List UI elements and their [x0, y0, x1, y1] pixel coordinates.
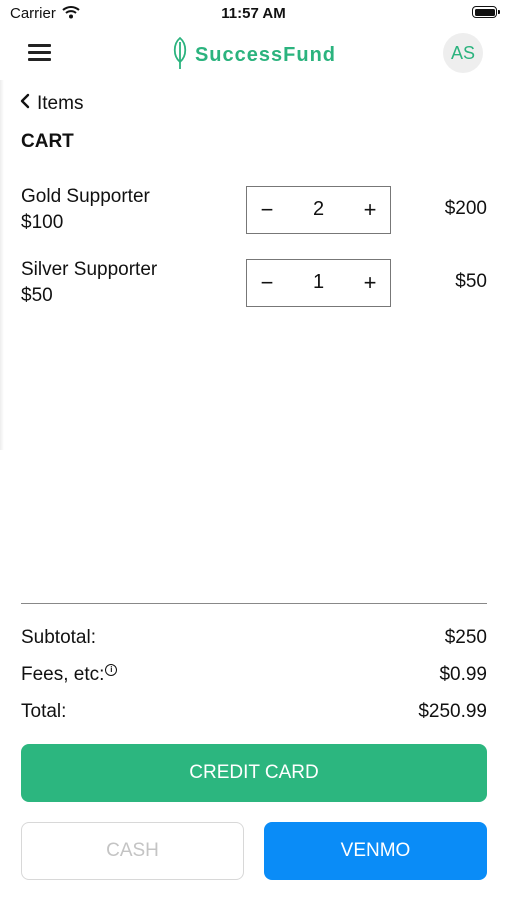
item-name: Gold Supporter [21, 186, 150, 207]
user-avatar[interactable]: AS [443, 33, 483, 73]
item-name: Silver Supporter [21, 259, 158, 280]
line-total: $50 [455, 271, 487, 292]
quantity-value: 1 [312, 271, 325, 293]
item-price: $100 [21, 212, 64, 233]
cart-item-gold: Gold Supporter $100 − 2 + $200 [21, 186, 487, 238]
cart-item-silver: Silver Supporter $50 − 1 + $50 [21, 259, 487, 311]
total-label: Total: [21, 701, 67, 722]
venmo-button[interactable]: VENMO [264, 822, 487, 880]
info-icon[interactable]: i [105, 664, 118, 676]
clock: 11:57 AM [221, 5, 286, 22]
decrement-button[interactable]: − [247, 187, 287, 232]
cart-title: CART [21, 131, 74, 152]
summary-divider [21, 603, 487, 604]
quantity-stepper: − 1 + [246, 259, 391, 307]
item-price: $50 [21, 285, 53, 306]
quantity-stepper: − 2 + [246, 186, 391, 234]
increment-button[interactable]: + [350, 187, 390, 232]
brand-name: SuccessFund [194, 44, 337, 66]
cash-button[interactable]: CASH [21, 822, 244, 880]
battery-icon [472, 6, 500, 18]
total-value: $250.99 [418, 701, 487, 722]
back-label: Items [37, 92, 84, 114]
leaf-icon [171, 36, 189, 75]
fees-value: $0.99 [439, 664, 487, 685]
chevron-left-icon [19, 92, 31, 115]
credit-card-button[interactable]: CREDIT CARD [21, 744, 487, 802]
subtotal-value: $250 [444, 627, 487, 648]
subtotal-label: Subtotal: [21, 627, 96, 648]
quantity-value: 2 [312, 198, 325, 220]
line-total: $200 [444, 198, 487, 219]
fees-label: Fees, etc: [21, 664, 105, 685]
increment-button[interactable]: + [350, 260, 390, 305]
decrement-button[interactable]: − [247, 260, 287, 305]
drawer-edge-shadow [0, 80, 4, 450]
back-to-items-link[interactable]: Items [19, 92, 83, 115]
status-bar: Carrier 11:57 AM [0, 0, 507, 28]
app-logo: SuccessFund [0, 36, 507, 75]
